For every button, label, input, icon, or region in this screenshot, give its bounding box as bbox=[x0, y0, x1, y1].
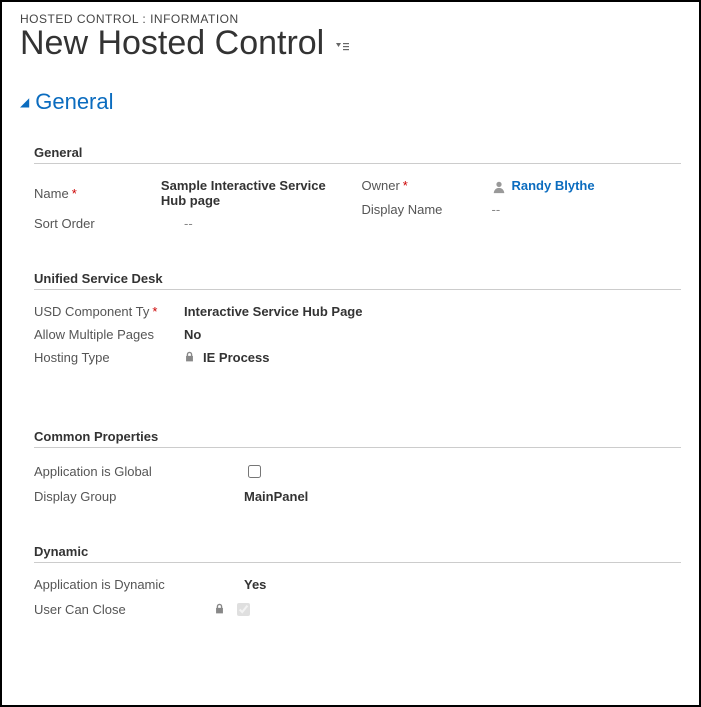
page-title: New Hosted Control bbox=[20, 24, 324, 63]
label-sort-order: Sort Order bbox=[34, 216, 184, 231]
label-application-is-global: Application is Global bbox=[34, 464, 244, 479]
person-icon bbox=[492, 178, 512, 194]
field-owner[interactable]: Randy Blythe bbox=[512, 178, 595, 193]
section-title-general: General bbox=[35, 89, 113, 115]
field-sort-order[interactable]: -- bbox=[184, 216, 193, 231]
field-display-group[interactable]: MainPanel bbox=[244, 489, 308, 504]
checkbox-application-is-global[interactable] bbox=[248, 465, 261, 478]
label-display-group: Display Group bbox=[34, 489, 244, 504]
field-application-is-dynamic[interactable]: Yes bbox=[244, 577, 266, 592]
field-display-name[interactable]: -- bbox=[492, 202, 501, 217]
label-name: Name* bbox=[34, 186, 161, 201]
subsection-title-common: Common Properties bbox=[34, 429, 681, 448]
subsection-title-usd: Unified Service Desk bbox=[34, 271, 681, 290]
field-allow-multiple-pages[interactable]: No bbox=[184, 327, 201, 342]
lock-icon bbox=[214, 603, 225, 617]
lock-icon bbox=[184, 351, 195, 365]
checkbox-user-can-close bbox=[237, 603, 250, 616]
section-toggle-general[interactable]: ◢ General bbox=[20, 89, 681, 115]
subsection-title-general: General bbox=[34, 145, 681, 164]
subsection-title-dynamic: Dynamic bbox=[34, 544, 681, 563]
label-hosting-type: Hosting Type bbox=[34, 350, 184, 365]
label-allow-multiple-pages: Allow Multiple Pages bbox=[34, 327, 184, 342]
label-owner: Owner* bbox=[362, 178, 492, 193]
collapse-icon: ◢ bbox=[20, 95, 29, 109]
label-usd-component-type: USD Component Ty* bbox=[34, 304, 184, 319]
label-application-is-dynamic: Application is Dynamic bbox=[34, 577, 244, 592]
label-user-can-close: User Can Close bbox=[34, 602, 214, 617]
field-hosting-type: IE Process bbox=[203, 350, 270, 365]
form-selector-icon[interactable] bbox=[334, 40, 350, 59]
label-display-name: Display Name bbox=[362, 202, 492, 217]
field-usd-component-type[interactable]: Interactive Service Hub Page bbox=[184, 304, 362, 319]
field-name[interactable]: Sample Interactive Service Hub page bbox=[161, 178, 354, 208]
